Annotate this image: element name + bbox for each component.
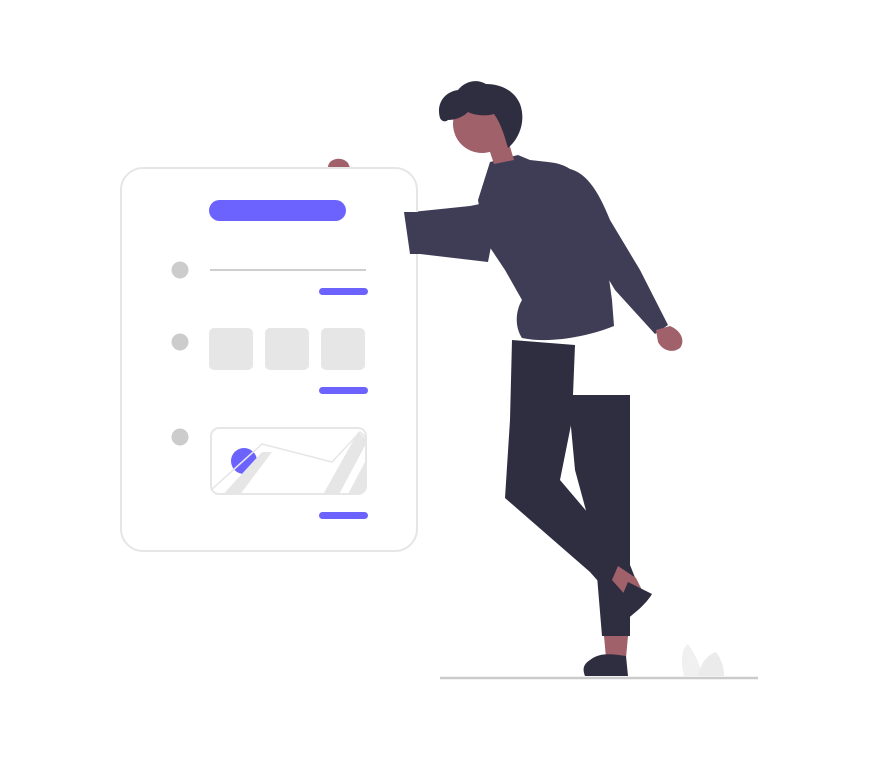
step-dot-3: [171, 428, 189, 446]
image-placeholder: [210, 427, 367, 495]
image-tile-1: [209, 328, 253, 370]
section-1-accent-bar: [319, 288, 368, 295]
section-2-accent-bar: [319, 387, 368, 394]
image-tile-3: [321, 328, 365, 370]
torso: [478, 155, 614, 341]
rear-shoe: [583, 654, 628, 676]
image-tile-2: [265, 328, 309, 370]
form-illustration: [120, 81, 758, 680]
form-card: [120, 167, 418, 552]
plant-decoration: [681, 644, 724, 676]
left-arm: [412, 200, 500, 262]
person-figure: [412, 81, 683, 676]
form-title-bar: [209, 200, 346, 221]
illustration-canvas: [0, 0, 878, 760]
step-dot-1: [171, 261, 189, 279]
section-3-accent-bar: [319, 512, 368, 519]
right-hand: [656, 326, 683, 351]
step-dot-2: [171, 333, 189, 351]
